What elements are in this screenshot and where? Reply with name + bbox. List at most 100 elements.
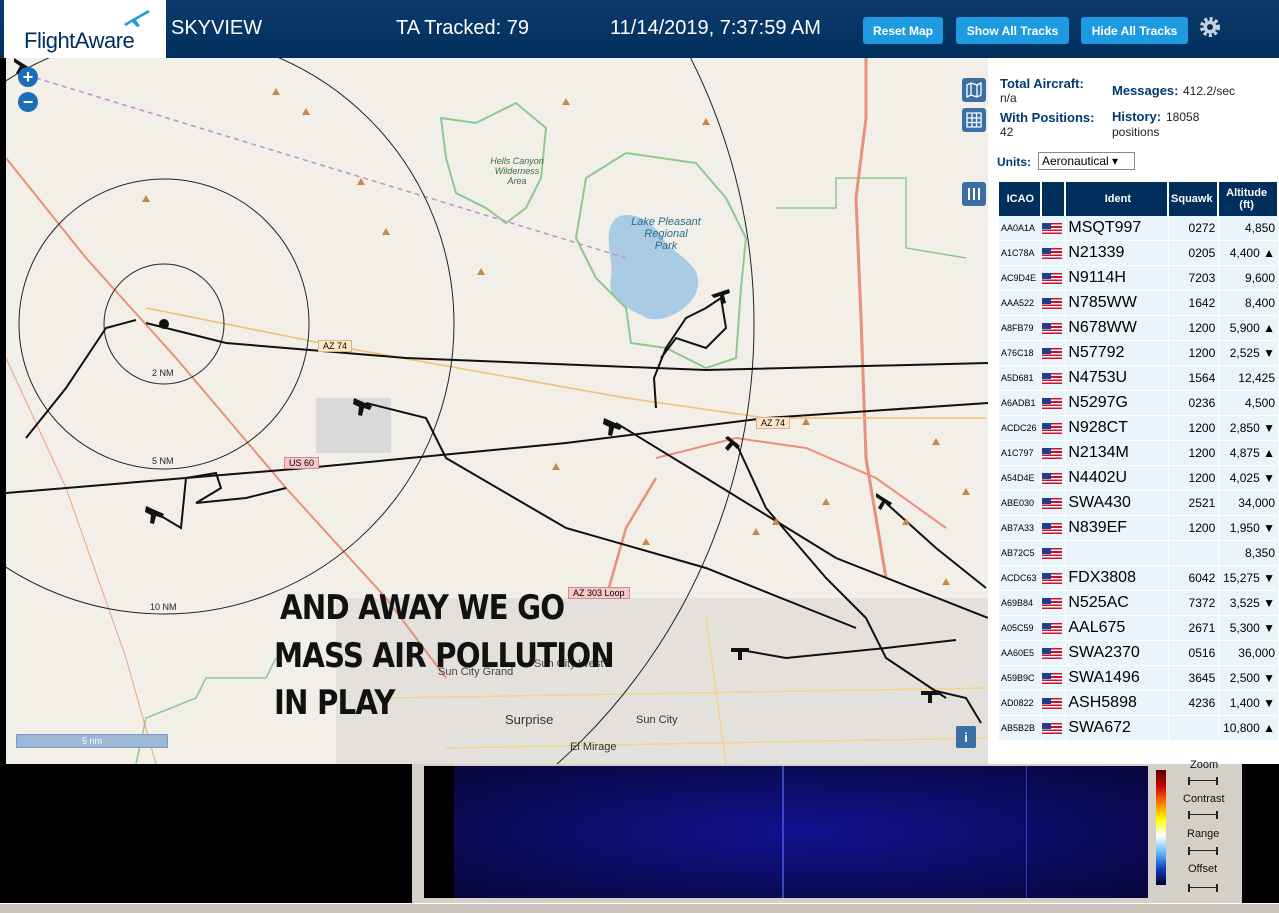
aircraft-row[interactable]: A69B84 N525AC 7372 3,525 ▼ bbox=[999, 591, 1278, 616]
range-ring-10nm bbox=[6, 58, 455, 615]
label-el-mirage: El Mirage bbox=[570, 741, 617, 753]
row-icao: A6ADB1 bbox=[999, 391, 1041, 416]
aircraft-row[interactable]: AAA522 N785WW 1642 8,400 bbox=[999, 291, 1278, 316]
grid-icon bbox=[966, 112, 982, 128]
row-squawk: 4236 bbox=[1169, 691, 1219, 716]
aircraft-row[interactable]: AC9D4E N9114H 7203 9,600 bbox=[999, 266, 1278, 291]
gear-icon[interactable] bbox=[1197, 14, 1223, 40]
overlay-text-line-1: AND AWAY WE GO bbox=[280, 588, 565, 628]
units-select[interactable]: Aeronautical ▾ bbox=[1038, 152, 1135, 170]
row-flag bbox=[1041, 466, 1066, 491]
hide-all-tracks-button[interactable]: Hide All Tracks bbox=[1081, 17, 1188, 44]
row-altitude: 4,875 ▲ bbox=[1219, 441, 1278, 466]
range-label-5nm: 5 NM bbox=[152, 456, 174, 466]
flightaware-logo[interactable]: FlightAware bbox=[4, 0, 166, 58]
contrast-slider[interactable] bbox=[1188, 811, 1218, 819]
label-surprise: Surprise bbox=[505, 712, 554, 727]
datetime: 11/14/2019, 7:37:59 AM bbox=[610, 17, 821, 39]
row-flag bbox=[1041, 516, 1066, 541]
col-squawk[interactable]: Squawk bbox=[1169, 182, 1219, 216]
aircraft-row[interactable]: A76C18 N57792 1200 2,525 ▼ bbox=[999, 341, 1278, 366]
shield-az74-east: AZ 74 bbox=[756, 417, 791, 429]
col-icao[interactable]: ICAO bbox=[999, 182, 1041, 216]
aircraft-row[interactable]: A5D681 N4753U 1564 12,425 bbox=[999, 366, 1278, 391]
row-ident: N678WW bbox=[1066, 316, 1169, 341]
row-squawk bbox=[1169, 716, 1219, 741]
col-altitude[interactable]: Altitude (ft) bbox=[1219, 182, 1278, 216]
range-label: Range bbox=[1187, 828, 1220, 840]
row-ident: N4402U bbox=[1066, 466, 1169, 491]
aircraft-row[interactable]: AB72C5 8,350 bbox=[999, 541, 1278, 566]
aircraft-row[interactable]: ACDC63 FDX3808 6042 15,275 ▼ bbox=[999, 566, 1278, 591]
waterfall-display[interactable] bbox=[454, 766, 1148, 898]
us-flag-icon bbox=[1041, 723, 1062, 735]
zoom-label: Zoom bbox=[1190, 759, 1219, 771]
messages-label: Messages: bbox=[1112, 83, 1179, 98]
row-altitude: 36,000 bbox=[1219, 641, 1278, 666]
aircraft-row[interactable]: AA60E5 SWA2370 0516 36,000 bbox=[999, 641, 1278, 666]
aircraft-row[interactable]: A1C797 N2134M 1200 4,875 ▲ bbox=[999, 441, 1278, 466]
row-icao: A54D4E bbox=[999, 466, 1041, 491]
row-altitude: 4,400 ▲ bbox=[1219, 241, 1278, 266]
range-slider[interactable] bbox=[1188, 847, 1218, 855]
aircraft-row[interactable]: ABE030 SWA430 2521 34,000 bbox=[999, 491, 1278, 516]
offset-slider[interactable] bbox=[1188, 884, 1218, 892]
row-squawk: 7203 bbox=[1169, 266, 1219, 291]
row-flag bbox=[1041, 241, 1066, 266]
row-altitude: 8,400 bbox=[1219, 291, 1278, 316]
site-name: SKYVIEW bbox=[171, 17, 263, 39]
aircraft-row[interactable]: ACDC26 N928CT 1200 2,850 ▼ bbox=[999, 416, 1278, 441]
reset-map-button[interactable]: Reset Map bbox=[863, 17, 943, 44]
zoom-out-button[interactable]: − bbox=[18, 92, 38, 112]
zoom-slider[interactable] bbox=[1188, 777, 1218, 785]
col-ident[interactable]: Ident bbox=[1066, 182, 1169, 216]
row-icao: ACDC63 bbox=[999, 566, 1041, 591]
road-west bbox=[6, 357, 157, 764]
row-altitude: 5,900 ▲ bbox=[1219, 316, 1278, 341]
us-flag-icon bbox=[1041, 448, 1062, 460]
us-flag-icon bbox=[1041, 473, 1062, 485]
aircraft-row[interactable]: A6ADB1 N5297G 0236 4,500 bbox=[999, 391, 1278, 416]
zoom-in-button[interactable]: + bbox=[18, 67, 38, 87]
show-all-tracks-button[interactable]: Show All Tracks bbox=[956, 17, 1069, 44]
aircraft-row[interactable]: AB5B2B SWA672 10,800 ▲ bbox=[999, 716, 1278, 741]
row-flag bbox=[1041, 616, 1066, 641]
columns-toggle-button[interactable] bbox=[962, 182, 986, 206]
col-flag[interactable] bbox=[1041, 182, 1066, 216]
aircraft-row[interactable]: AA0A1A MSQT997 0272 4,850 bbox=[999, 216, 1278, 241]
us-flag-icon bbox=[1041, 648, 1062, 660]
boundary-sw bbox=[135, 657, 277, 764]
row-icao: A59B9C bbox=[999, 666, 1041, 691]
row-flag bbox=[1041, 416, 1066, 441]
info-button[interactable]: i bbox=[956, 726, 976, 748]
spectrum-margin bbox=[424, 766, 454, 898]
aircraft-panel: Total Aircraft: n/a With Positions: 42 M… bbox=[988, 58, 1279, 764]
aircraft-row[interactable]: A54D4E N4402U 1200 4,025 ▼ bbox=[999, 466, 1278, 491]
row-squawk: 1200 bbox=[1169, 341, 1219, 366]
aircraft-row[interactable]: A59B9C SWA1496 3645 2,500 ▼ bbox=[999, 666, 1278, 691]
row-squawk: 1200 bbox=[1169, 516, 1219, 541]
label-sun-city: Sun City bbox=[636, 714, 678, 726]
aircraft-row[interactable]: A8FB79 N678WW 1200 5,900 ▲ bbox=[999, 316, 1278, 341]
aircraft-row[interactable]: AB7A33 N839EF 1200 1,950 ▼ bbox=[999, 516, 1278, 541]
row-altitude: 34,000 bbox=[1219, 491, 1278, 516]
aircraft-row[interactable]: AD0822 ASH5898 4236 1,400 ▼ bbox=[999, 691, 1278, 716]
aircraft-row[interactable]: A05C59 AAL675 2671 5,300 ▼ bbox=[999, 616, 1278, 641]
columns-icon bbox=[968, 188, 980, 200]
grid-toggle-button[interactable] bbox=[962, 108, 986, 132]
row-flag bbox=[1041, 266, 1066, 291]
offset-label: Offset bbox=[1188, 863, 1218, 875]
history-unit: positions bbox=[1112, 125, 1160, 139]
shield-az303: AZ 303 Loop bbox=[568, 587, 630, 599]
row-flag bbox=[1041, 366, 1066, 391]
with-positions-label: With Positions: bbox=[1000, 110, 1095, 125]
row-altitude: 2,850 ▼ bbox=[1219, 416, 1278, 441]
aircraft-row[interactable]: A1C78A N21339 0205 4,400 ▲ bbox=[999, 241, 1278, 266]
row-ident: SWA672 bbox=[1066, 716, 1169, 741]
us-flag-icon bbox=[1041, 373, 1062, 385]
map-view[interactable]: Hells Canyon Wilderness Area Lake Pleasa… bbox=[6, 58, 988, 764]
map-layers-button[interactable] bbox=[962, 78, 986, 102]
row-altitude: 12,425 bbox=[1219, 366, 1278, 391]
logo-text: FlightAware bbox=[24, 28, 135, 53]
row-squawk bbox=[1169, 541, 1219, 566]
